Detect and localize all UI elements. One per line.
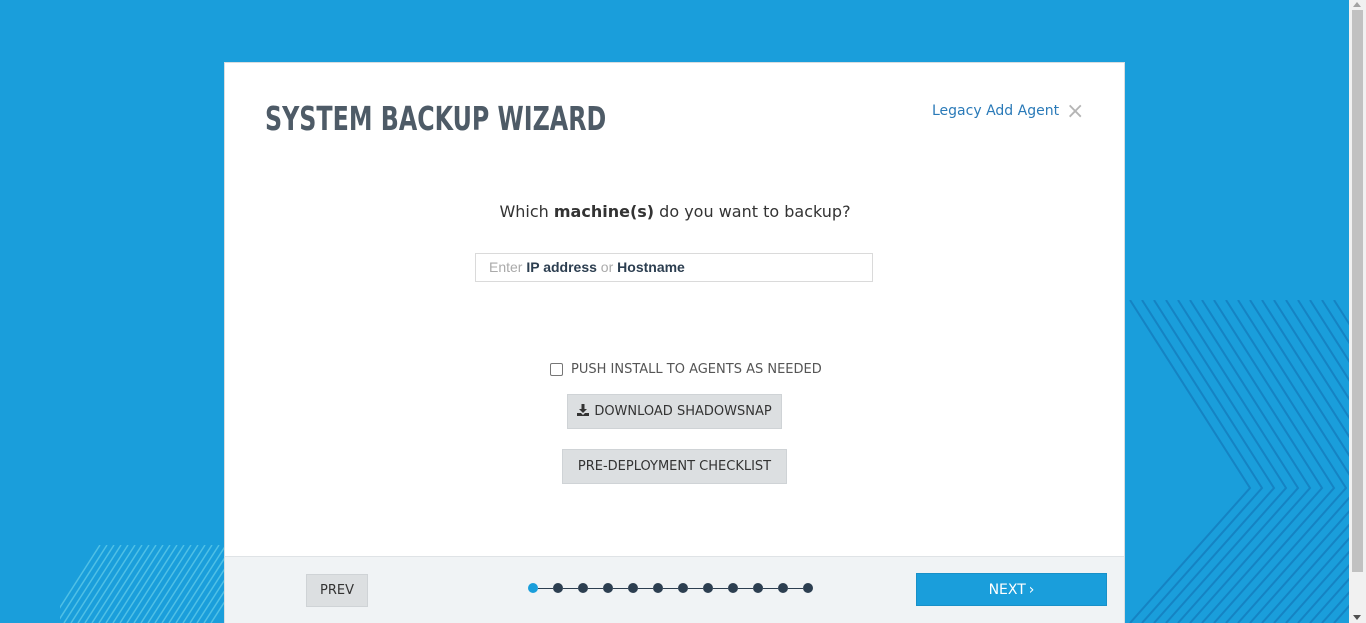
page-scrollbar[interactable] [1349,0,1366,623]
step-dot [678,583,688,593]
placeholder-or: or [596,259,618,275]
step-connector [613,587,628,589]
placeholder-ip: IP address [526,259,597,275]
step-indicator [528,582,813,594]
push-install-option[interactable]: PUSH INSTALL TO AGENTS AS NEEDED [550,362,822,377]
step-connector [788,587,803,589]
step-dot [603,583,613,593]
backup-wizard-modal: SYSTEM BACKUP WIZARD Legacy Add Agent × … [224,62,1125,623]
step-dot [553,583,563,593]
diagonal-stripe [60,545,101,609]
download-shadowsnap-button[interactable]: DOWNLOAD SHADOWSNAP [567,394,782,429]
step-dot [628,583,638,593]
close-icon[interactable]: × [1066,101,1084,123]
step-connector [588,587,603,589]
step-connector [563,587,578,589]
chevron-right-icon: › [1028,581,1035,598]
step-dot [578,583,588,593]
step-dot [753,583,763,593]
step-dot [728,583,738,593]
scrollbar-thumb[interactable] [1352,10,1363,572]
next-button[interactable]: NEXT › [916,573,1107,606]
step-connector [638,587,653,589]
question-suffix: do you want to backup? [654,202,851,221]
step-connector [713,587,728,589]
machine-question: Which machine(s) do you want to backup? [225,202,1125,221]
scroll-up-arrow-icon[interactable] [1353,2,1361,7]
next-label: NEXT [988,581,1026,598]
step-connector [538,587,553,589]
wizard-title: SYSTEM BACKUP WIZARD [265,99,607,138]
prev-button[interactable]: PREV [306,574,368,607]
placeholder-enter: Enter [489,259,527,275]
host-input[interactable]: Enter IP address or Hostname [475,253,873,282]
question-prefix: Which [499,202,554,221]
question-bold: machine(s) [553,202,655,221]
download-label: DOWNLOAD SHADOWSNAP [594,404,772,419]
step-dot-current [528,583,538,593]
push-install-label: PUSH INSTALL TO AGENTS AS NEEDED [571,362,822,377]
background-stripe-pattern [60,545,230,623]
pre-deployment-checklist-button[interactable]: PRE-DEPLOYMENT CHECKLIST [562,449,787,484]
download-icon [577,403,590,420]
step-dot [803,583,813,593]
step-connector [763,587,778,589]
legacy-add-agent-link[interactable]: Legacy Add Agent [932,103,1059,119]
step-connector [688,587,703,589]
push-install-checkbox[interactable] [550,363,563,376]
chevron-stripe [1249,300,1350,623]
step-dot [703,583,713,593]
step-dot [653,583,663,593]
placeholder-hostname: Hostname [617,259,685,275]
chevron-stripe [1273,300,1350,623]
step-dot [778,583,788,593]
chevron-stripe [1321,300,1350,623]
background-chevron-pattern [1129,300,1350,623]
step-connector [738,587,753,589]
scroll-down-arrow-icon[interactable] [1353,615,1361,620]
wizard-footer: PREV NEXT › [225,556,1124,623]
step-connector [663,587,678,589]
